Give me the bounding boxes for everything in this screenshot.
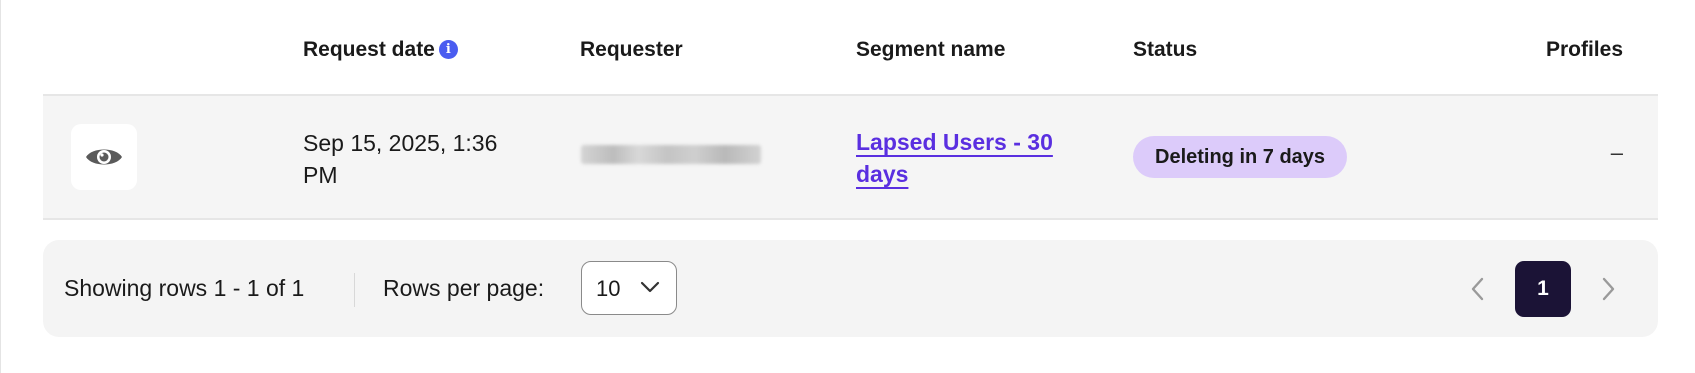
segment-deletion-table-frame: Request date i Requester Segment name Sta… bbox=[0, 0, 1695, 373]
segment-name-link[interactable]: Lapsed Users - 30 days bbox=[856, 126, 1086, 190]
table-row: Sep 15, 2025, 1:36 PM Lapsed Users - 30 … bbox=[43, 96, 1658, 220]
requests-table: Request date i Requester Segment name Sta… bbox=[43, 0, 1658, 220]
request-date-cell: Sep 15, 2025, 1:36 PM bbox=[303, 130, 498, 188]
table-header: Request date i Requester Segment name Sta… bbox=[43, 0, 1658, 96]
next-page-button[interactable] bbox=[1596, 274, 1620, 304]
header-request-date: Request date i bbox=[303, 38, 458, 62]
info-icon[interactable]: i bbox=[438, 40, 458, 59]
showing-rows-text: Showing rows 1 - 1 of 1 bbox=[64, 275, 305, 301]
pagination-divider bbox=[354, 273, 355, 307]
view-button[interactable] bbox=[71, 124, 137, 190]
chevron-right-icon bbox=[1602, 277, 1615, 301]
requester-cell-redacted bbox=[581, 145, 761, 164]
page-1-button[interactable]: 1 bbox=[1515, 261, 1571, 317]
header-profiles: Profiles bbox=[1545, 38, 1623, 61]
header-request-date-label: Request date bbox=[303, 38, 435, 61]
rows-per-page-label: Rows per page: bbox=[383, 275, 545, 301]
header-segment-name: Segment name bbox=[856, 38, 1006, 61]
rows-per-page-select[interactable]: 10 bbox=[581, 261, 677, 315]
profiles-cell: – bbox=[1610, 140, 1623, 165]
header-status: Status bbox=[1133, 38, 1198, 61]
eye-icon bbox=[86, 149, 122, 165]
status-badge: Deleting in 7 days bbox=[1133, 136, 1348, 178]
rows-per-page-value: 10 bbox=[596, 276, 621, 301]
previous-page-button[interactable] bbox=[1466, 274, 1490, 304]
pagination-bar: Showing rows 1 - 1 of 1 Rows per page: 1… bbox=[43, 240, 1658, 337]
chevron-down-icon bbox=[640, 281, 660, 293]
header-requester: Requester bbox=[580, 38, 683, 61]
chevron-left-icon bbox=[1471, 277, 1484, 301]
